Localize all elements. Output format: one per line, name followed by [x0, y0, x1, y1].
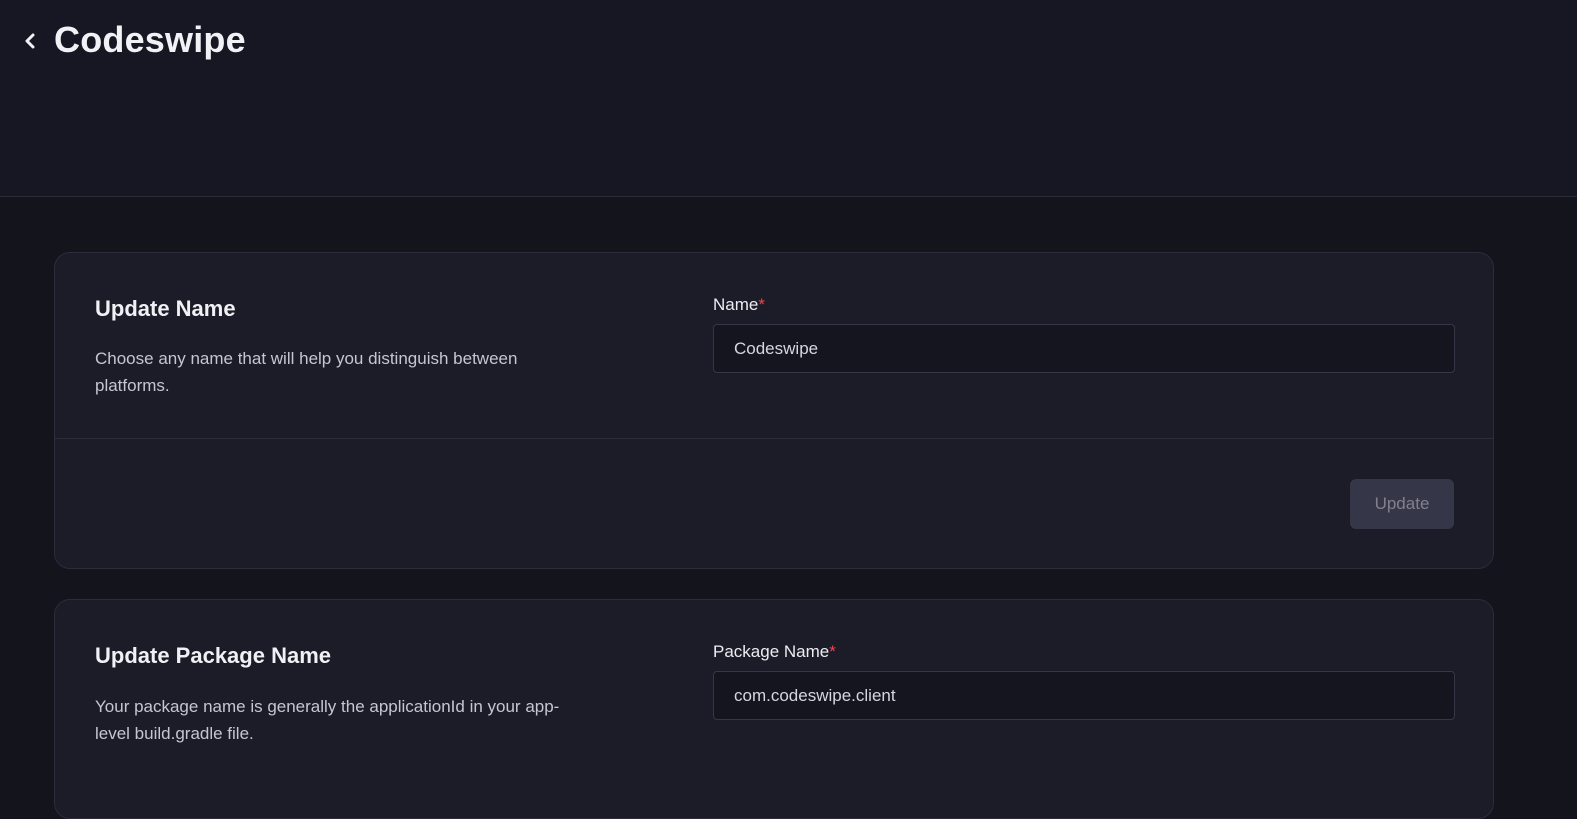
- update-name-title: Update Name: [95, 296, 236, 321]
- update-package-name-card: Update Package Name Your package name is…: [54, 599, 1494, 819]
- card-divider: [55, 438, 1493, 439]
- page-header: Codeswipe: [0, 0, 1577, 197]
- back-button[interactable]: [16, 28, 44, 54]
- package-name-input[interactable]: [713, 671, 1455, 720]
- update-name-description: Choose any name that will help you disti…: [95, 349, 518, 395]
- required-indicator: *: [758, 295, 765, 314]
- name-field-label: Name*: [713, 294, 765, 316]
- update-name-card: Update Name Choose any name that will he…: [54, 252, 1494, 569]
- package-name-label-text: Package Name: [713, 642, 830, 661]
- required-indicator: *: [829, 642, 836, 661]
- name-label-text: Name: [713, 295, 759, 314]
- page-title: Codeswipe: [54, 19, 246, 60]
- chevron-left-icon: [25, 33, 35, 49]
- update-name-button[interactable]: Update: [1350, 479, 1454, 529]
- name-input[interactable]: [713, 324, 1455, 373]
- update-package-name-title: Update Package Name: [95, 643, 331, 668]
- package-name-field-label: Package Name*: [713, 641, 836, 663]
- update-package-name-description: Your package name is generally the appli…: [95, 697, 560, 743]
